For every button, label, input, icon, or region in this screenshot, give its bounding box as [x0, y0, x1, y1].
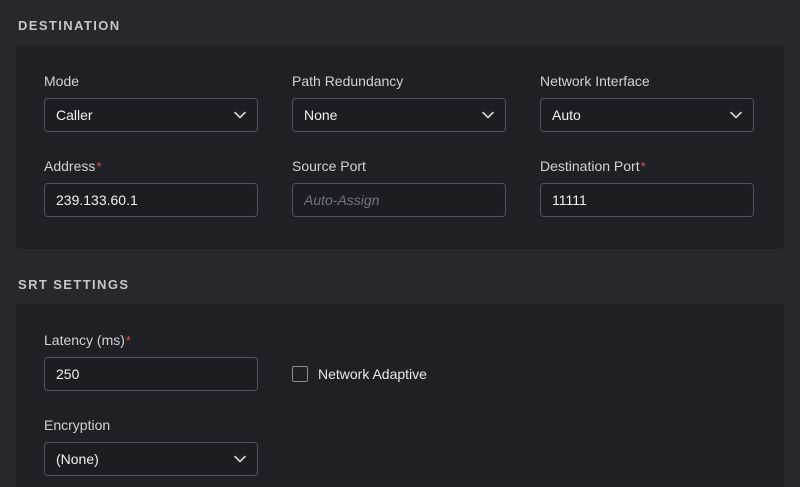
mode-select-value: Caller — [56, 107, 93, 123]
address-label: Address* — [44, 158, 258, 174]
network-adaptive-checkbox[interactable] — [292, 366, 308, 382]
required-asterisk: * — [96, 159, 101, 174]
encryption-select[interactable]: (None) — [44, 442, 258, 476]
chevron-down-icon — [234, 111, 246, 119]
destination-section-title: DESTINATION — [18, 18, 784, 33]
destination-port-input[interactable] — [540, 183, 754, 217]
address-input[interactable] — [44, 183, 258, 217]
network-adaptive-label: Network Adaptive — [318, 366, 427, 382]
settings-page: DESTINATION Mode Caller Path Redundancy — [0, 0, 800, 487]
encryption-label: Encryption — [44, 417, 258, 433]
source-port-input[interactable] — [292, 183, 506, 217]
mode-field: Mode Caller — [44, 73, 258, 132]
network-interface-label: Network Interface — [540, 73, 754, 89]
destination-panel: Mode Caller Path Redundancy None — [16, 45, 784, 249]
mode-select[interactable]: Caller — [44, 98, 258, 132]
address-field: Address* — [44, 158, 258, 217]
path-redundancy-field: Path Redundancy None — [292, 73, 506, 132]
chevron-down-icon — [234, 455, 246, 463]
encryption-field: Encryption (None) — [44, 417, 258, 476]
latency-input[interactable] — [44, 357, 258, 391]
network-interface-select[interactable]: Auto — [540, 98, 754, 132]
required-asterisk: * — [641, 159, 646, 174]
path-redundancy-label: Path Redundancy — [292, 73, 506, 89]
chevron-down-icon — [730, 111, 742, 119]
latency-field: Latency (ms)* — [44, 332, 258, 391]
destination-port-label: Destination Port* — [540, 158, 754, 174]
source-port-field: Source Port — [292, 158, 506, 217]
network-adaptive-field: Network Adaptive — [292, 357, 506, 391]
network-interface-field: Network Interface Auto — [540, 73, 754, 132]
srt-panel: Latency (ms)* Network Adaptive Encryptio… — [16, 304, 784, 487]
required-asterisk: * — [126, 333, 131, 348]
encryption-select-value: (None) — [56, 451, 99, 467]
destination-port-field: Destination Port* — [540, 158, 754, 217]
chevron-down-icon — [482, 111, 494, 119]
network-interface-select-value: Auto — [552, 107, 581, 123]
source-port-label: Source Port — [292, 158, 506, 174]
srt-section-title: SRT SETTINGS — [18, 277, 784, 292]
path-redundancy-select-value: None — [304, 107, 337, 123]
mode-label: Mode — [44, 73, 258, 89]
latency-label: Latency (ms)* — [44, 332, 258, 348]
spacer — [540, 332, 754, 391]
path-redundancy-select[interactable]: None — [292, 98, 506, 132]
